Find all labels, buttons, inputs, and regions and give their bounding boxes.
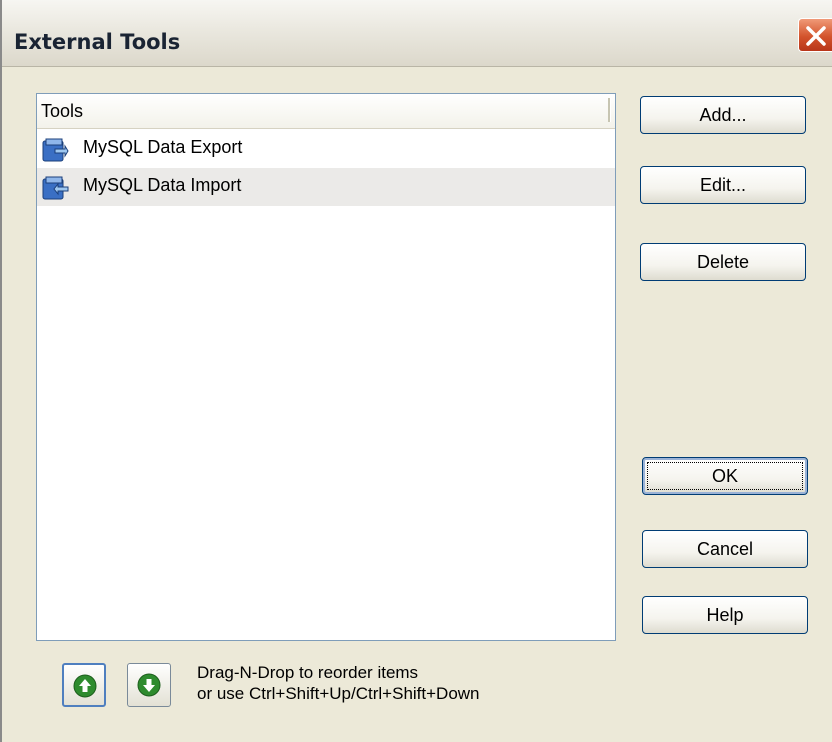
list-item-label: MySQL Data Import (83, 175, 242, 195)
cancel-button[interactable]: Cancel (642, 530, 808, 568)
external-tools-dialog: External Tools Tools MySQL Data Export M… (0, 0, 832, 742)
reorder-hint: Drag-N-Drop to reorder items or use Ctrl… (197, 662, 480, 704)
close-icon (806, 26, 826, 46)
list-item[interactable]: MySQL Data Export (37, 130, 615, 168)
list-column-header[interactable]: Tools (37, 94, 615, 129)
help-button[interactable]: Help (642, 596, 808, 634)
arrow-down-circle-icon (137, 673, 161, 697)
delete-button[interactable]: Delete (640, 243, 806, 281)
focus-rectangle (647, 462, 803, 490)
close-button[interactable] (798, 18, 832, 52)
column-header-tools: Tools (41, 101, 84, 121)
column-separator[interactable] (608, 98, 611, 122)
move-up-button[interactable] (62, 663, 106, 707)
ok-button[interactable]: OK (642, 457, 808, 495)
arrow-up-circle-icon (73, 674, 97, 698)
title-bar[interactable]: External Tools (2, 0, 832, 67)
export-tool-icon (42, 138, 69, 162)
import-tool-icon (42, 176, 69, 200)
tools-list[interactable]: Tools MySQL Data Export MySQL Data Impor… (36, 93, 616, 641)
move-down-button[interactable] (127, 663, 171, 707)
list-item[interactable]: MySQL Data Import (37, 168, 615, 206)
window-title: External Tools (14, 30, 181, 54)
add-button[interactable]: Add... (640, 96, 806, 134)
list-item-label: MySQL Data Export (83, 137, 243, 157)
reorder-hint-line2: or use Ctrl+Shift+Up/Ctrl+Shift+Down (197, 684, 480, 703)
edit-button[interactable]: Edit... (640, 166, 806, 204)
reorder-hint-line1: Drag-N-Drop to reorder items (197, 663, 419, 682)
